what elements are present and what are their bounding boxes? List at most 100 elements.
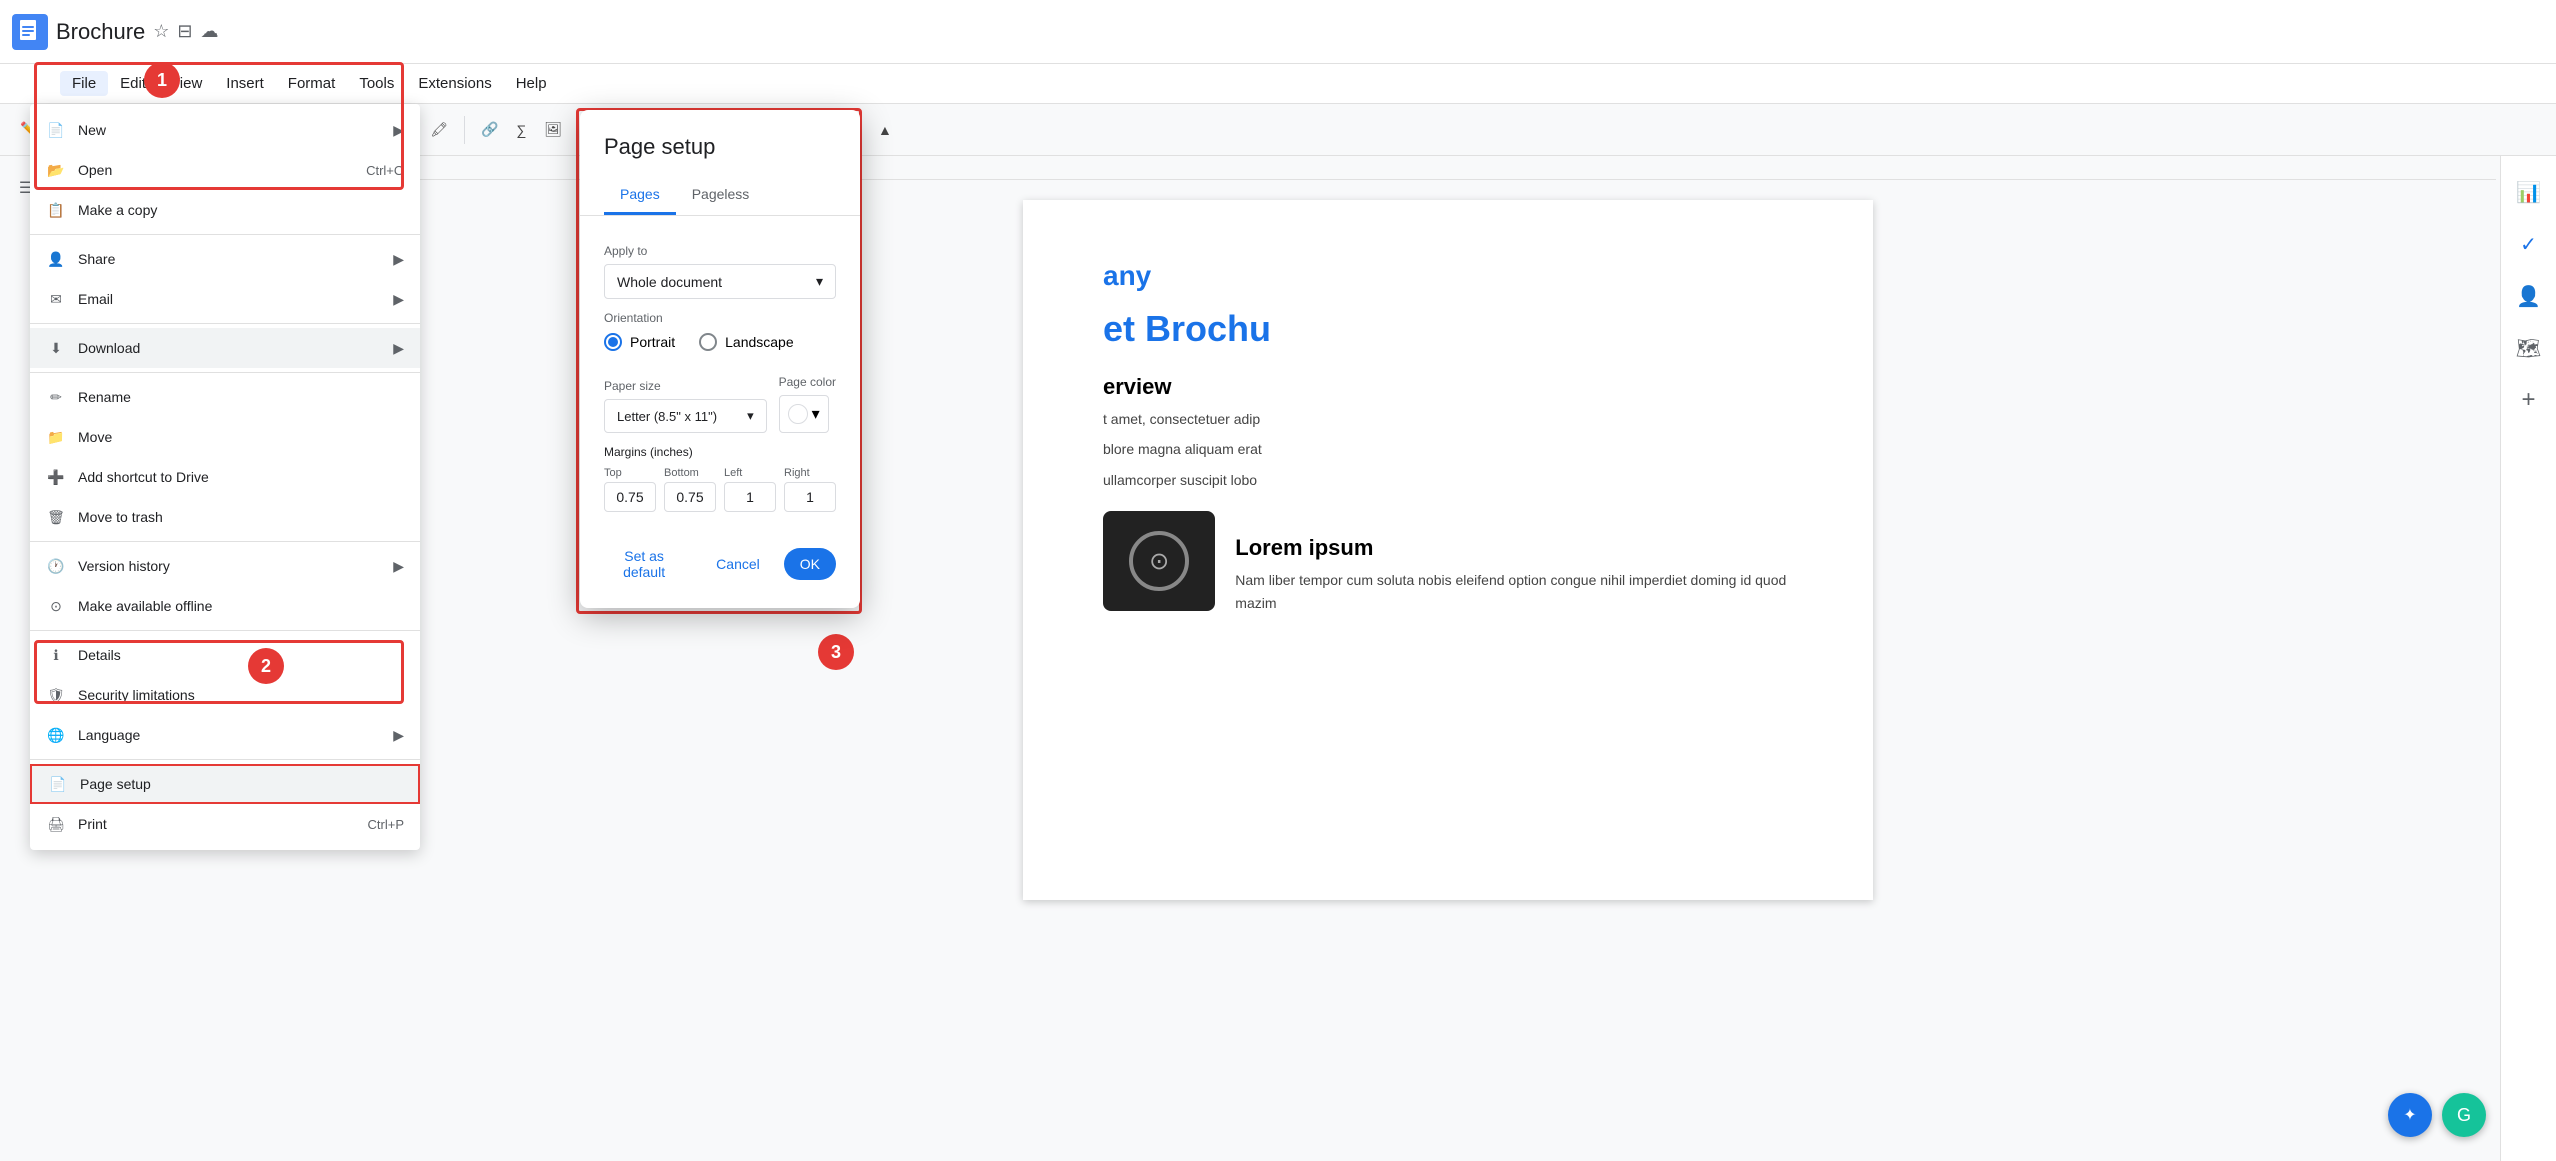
left-input[interactable] xyxy=(724,482,776,512)
docs-logo xyxy=(12,14,48,50)
menu-item-page-setup[interactable]: 📄 Page setup xyxy=(30,764,420,804)
menu-edit[interactable]: Edit xyxy=(108,71,158,96)
open-shortcut: Ctrl+O xyxy=(366,163,404,178)
cloud-icon[interactable]: ☁ xyxy=(201,21,219,42)
menu-item-rename[interactable]: ✏ Rename xyxy=(30,377,420,417)
right-sidebar: 📊 ✓ 👤 🗺 + xyxy=(2500,156,2556,1161)
security-icon: 🛡 xyxy=(46,685,66,705)
menu-item-language[interactable]: 🌐 Language ▶ xyxy=(30,715,420,755)
modal-body: Apply to Whole document ▾ Orientation Po… xyxy=(580,216,860,528)
download-icon: ⬇ xyxy=(46,338,66,358)
menu-item-download[interactable]: ⬇ Download ▶ xyxy=(30,328,420,368)
version-arrow: ▶ xyxy=(393,558,404,575)
add-sidebar-icon[interactable]: + xyxy=(2509,380,2549,420)
document-title[interactable]: Brochure xyxy=(56,19,145,45)
ok-button[interactable]: OK xyxy=(784,548,836,580)
version-history-label: Version history xyxy=(78,558,381,574)
email-label: Email xyxy=(78,291,381,307)
doc-section: erview xyxy=(1103,374,1793,400)
menu-item-make-copy[interactable]: 📋 Make a copy xyxy=(30,190,420,230)
share-icon: 👤 xyxy=(46,249,66,269)
menu-extensions[interactable]: Extensions xyxy=(406,71,503,96)
maps-sidebar-icon[interactable]: 🗺 xyxy=(2509,328,2549,368)
menu-insert[interactable]: Insert xyxy=(214,71,276,96)
page-color-button[interactable]: ▾ xyxy=(779,395,829,433)
explore-button[interactable]: ✦ xyxy=(2388,1093,2432,1137)
bottom-margin-field: Bottom xyxy=(664,467,716,512)
left-label: Left xyxy=(724,467,776,479)
download-label: Download xyxy=(78,340,381,356)
trash-icon: 🗑 xyxy=(46,507,66,527)
offline-icon: ⊙ xyxy=(46,596,66,616)
star-icon[interactable]: ☆ xyxy=(153,21,169,42)
menu-item-share[interactable]: 👤 Share ▶ xyxy=(30,239,420,279)
lorem-body: Nam liber tempor cum soluta nobis eleife… xyxy=(1235,569,1793,614)
margins-row: Top Bottom Left Right xyxy=(604,467,836,512)
document-page[interactable]: any et Brochu erview t amet, consectetue… xyxy=(1023,200,1873,900)
menu-file[interactable]: File xyxy=(60,71,108,96)
offline-label: Make available offline xyxy=(78,598,404,614)
menu-item-details[interactable]: ℹ Details xyxy=(30,635,420,675)
menu-item-move-trash[interactable]: 🗑 Move to trash xyxy=(30,497,420,537)
menu-item-add-shortcut[interactable]: ➕ Add shortcut to Drive xyxy=(30,457,420,497)
bottom-input[interactable] xyxy=(664,482,716,512)
divider4 xyxy=(578,116,579,144)
menu-tools[interactable]: Tools xyxy=(347,71,406,96)
highlight-button[interactable]: 🖍 xyxy=(422,117,456,142)
top-input[interactable] xyxy=(604,482,656,512)
menu-item-offline[interactable]: ⊙ Make available offline xyxy=(30,586,420,626)
page-setup-label: Page setup xyxy=(80,776,402,792)
orientation-row: Portrait Landscape xyxy=(604,333,836,351)
paper-size-select[interactable]: Letter (8.5" x 11") ▾ xyxy=(604,399,767,433)
folder-icon[interactable]: ⊟ xyxy=(177,21,192,42)
apply-to-chevron: ▾ xyxy=(816,273,823,290)
menu-item-print[interactable]: 🖨 Print Ctrl+P xyxy=(30,804,420,844)
page-setup-icon: 📄 xyxy=(48,774,68,794)
image-button[interactable]: 🖼 xyxy=(536,117,570,142)
menu-view[interactable]: View xyxy=(158,71,214,96)
share-label: Share xyxy=(78,251,381,267)
menu-item-new[interactable]: 📄 New ▶ xyxy=(30,110,420,150)
tasks-sidebar-icon[interactable]: ✓ xyxy=(2509,224,2549,264)
tab-pages[interactable]: Pages xyxy=(604,176,676,215)
menu-item-move[interactable]: 📁 Move xyxy=(30,417,420,457)
cancel-button[interactable]: Cancel xyxy=(700,548,776,580)
menu-item-email[interactable]: ✉ Email ▶ xyxy=(30,279,420,319)
menu-item-security[interactable]: 🛡 Security limitations xyxy=(30,675,420,715)
landscape-option[interactable]: Landscape xyxy=(699,333,794,351)
paper-size-chevron: ▾ xyxy=(747,408,754,424)
right-margin-field: Right xyxy=(784,467,836,512)
menu-help[interactable]: Help xyxy=(504,71,559,96)
new-label: New xyxy=(78,122,381,138)
grammarly-button[interactable]: G xyxy=(2442,1093,2486,1137)
margins-section: Margins (inches) Top Bottom Left Right xyxy=(604,445,836,512)
rename-icon: ✏ xyxy=(46,387,66,407)
details-label: Details xyxy=(78,647,404,663)
menu-item-version-history[interactable]: 🕐 Version history ▶ xyxy=(30,546,420,586)
portrait-option[interactable]: Portrait xyxy=(604,333,675,351)
color-swatch xyxy=(788,404,808,424)
set-default-button[interactable]: Set as default xyxy=(604,540,684,588)
modal-title: Page setup xyxy=(580,110,860,176)
divider-5 xyxy=(30,630,420,631)
share-arrow: ▶ xyxy=(393,251,404,268)
divider3 xyxy=(464,116,465,144)
print-label: Print xyxy=(78,816,356,832)
landscape-radio[interactable] xyxy=(699,333,717,351)
download-arrow: ▶ xyxy=(393,340,404,357)
sheets-sidebar-icon[interactable]: 📊 xyxy=(2509,172,2549,212)
collapse-toolbar-button[interactable]: ▲ xyxy=(870,118,900,142)
bottom-label: Bottom xyxy=(664,467,716,479)
modal-tabs: Pages Pageless xyxy=(580,176,860,216)
contacts-sidebar-icon[interactable]: 👤 xyxy=(2509,276,2549,316)
divider-4 xyxy=(30,541,420,542)
link-button[interactable]: 🔗 xyxy=(473,117,506,142)
tab-pageless[interactable]: Pageless xyxy=(676,176,766,215)
menu-format[interactable]: Format xyxy=(276,71,348,96)
apply-to-select[interactable]: Whole document ▾ xyxy=(604,264,836,299)
right-input[interactable] xyxy=(784,482,836,512)
equation-button[interactable]: ∑ xyxy=(508,118,534,142)
copy-icon: 📋 xyxy=(46,200,66,220)
portrait-radio[interactable] xyxy=(604,333,622,351)
menu-item-open[interactable]: 📂 Open Ctrl+O xyxy=(30,150,420,190)
